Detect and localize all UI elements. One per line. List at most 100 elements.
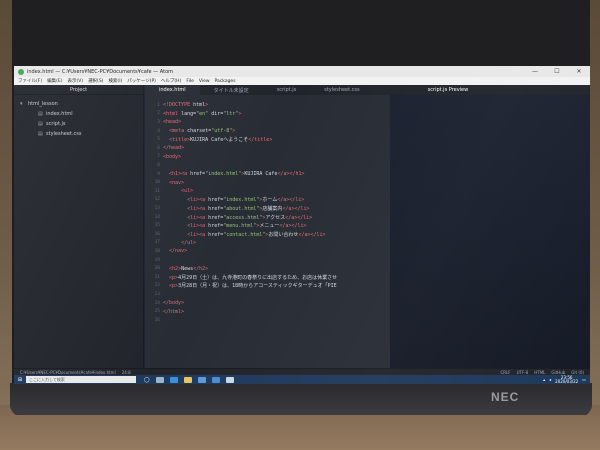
code-line[interactable]: 14 <li><a href="access.html">アクセス</a></l… [145, 213, 405, 222]
atom-taskbar-icon[interactable] [225, 376, 234, 383]
tab-script-js[interactable]: script.js [263, 85, 311, 95]
tree-file-script[interactable]: ▤ script.js [14, 119, 143, 129]
code-line[interactable]: 13 <li><a href="about.html">店舗案内</a></li… [145, 204, 405, 213]
tab-stylesheet-css[interactable]: stylesheet.css [310, 85, 373, 95]
code-line[interactable]: 21 <p>4月29日（土）は、九寺港町の春祭りに出店するため、お店は休業させ [145, 273, 405, 282]
line-number: 3 [157, 119, 160, 125]
code-line[interactable]: 19 [145, 256, 405, 265]
status-cursor-position[interactable]: 24:8 [122, 370, 131, 375]
code-line[interactable]: 25 </html> [145, 307, 405, 316]
line-number: 8 [157, 162, 160, 168]
menu-bar: ファイル(F) 編集(E) 表示(V) 選択(S) 検索(I) パッケージ(P)… [14, 77, 590, 85]
status-bar: C:¥Users¥NEC-PC¥Documents¥cafe¥index.htm… [14, 368, 590, 375]
code-line[interactable]: 10 <nav> [145, 178, 405, 187]
menu-selection[interactable]: 選択(S) [88, 78, 103, 84]
line-number: 11 [154, 188, 160, 194]
task-view-icon[interactable] [155, 376, 164, 383]
line-number: 10 [154, 180, 160, 186]
code-text: <li><a href="index.html">ホーム</a></li> [187, 197, 305, 204]
code-line[interactable]: 2 <html lang="en" dir="ltr"> [145, 110, 405, 119]
line-number: 17 [154, 240, 160, 246]
line-number: 14 [154, 214, 160, 220]
tab-index-html[interactable]: index.html [145, 85, 200, 95]
line-number: 2 [157, 111, 160, 117]
tab-script-preview[interactable]: script.js Preview [414, 85, 483, 95]
status-git[interactable]: Git (0) [571, 370, 584, 375]
code-line[interactable]: 1 <!DOCTYPE html> [145, 101, 405, 110]
menu-edit[interactable]: 編集(E) [47, 78, 62, 84]
tree-header[interactable]: Project [14, 85, 143, 95]
network-icon[interactable]: ▴ [543, 377, 545, 382]
line-number: 25 [154, 309, 160, 315]
code-line[interactable]: 8 [145, 161, 405, 170]
code-text: <html lang="en" dir="ltr"> [163, 110, 242, 117]
minimize-button[interactable]: — [524, 68, 546, 75]
tree-file-stylesheet[interactable]: ▤ stylesheet.css [14, 129, 143, 139]
code-text: <p>3月28日（月・祝）は、18時からアコースティックギターデュオ「PIE [169, 283, 337, 290]
code-text: <li><a href="about.html">店舗案内</a></li> [187, 205, 310, 212]
taskbar-search-input[interactable]: ここに入力して検索 [26, 376, 136, 383]
cortana-icon[interactable]: ◯ [144, 377, 150, 383]
code-line[interactable]: 16 <li><a href="contact.html">お問い合わせ</a>… [145, 230, 405, 239]
code-line[interactable]: 23 [145, 290, 405, 299]
tab-untitled[interactable]: タイトル未設定 [200, 85, 263, 95]
folder-label: html_lesson [28, 101, 58, 107]
status-grammar[interactable]: HTML [534, 370, 545, 375]
code-line[interactable]: 5 <title>KUJIRA Cafeへようこそ</title> [145, 135, 405, 144]
line-number: 12 [154, 197, 160, 203]
code-line[interactable]: 20 <h2>News</h2> [145, 264, 405, 273]
edge-icon[interactable] [169, 376, 178, 383]
menu-packages[interactable]: パッケージ(P) [127, 78, 156, 84]
line-number: 4 [157, 128, 160, 134]
windows-start-icon[interactable]: ⊞ [14, 375, 26, 384]
file-label: script.js [46, 121, 66, 127]
tree-file-index[interactable]: ▤ index.html [14, 109, 143, 119]
status-file-path[interactable]: C:¥Users¥NEC-PC¥Documents¥cafe¥index.htm… [20, 370, 116, 375]
tree-folder-html-lesson[interactable]: ▾ html_lesson [14, 99, 143, 109]
clock-date: 2020/03/22 [555, 378, 579, 384]
menu-help[interactable]: ヘルプ(H) [161, 78, 181, 84]
code-line[interactable]: 7 <body> [145, 153, 405, 162]
clock[interactable]: 23:56 2020/03/22 [555, 375, 579, 384]
code-line[interactable]: 12 <li><a href="index.html">ホーム</a></li> [145, 196, 405, 205]
notification-icon[interactable]: ▭ [582, 377, 586, 382]
menu-file[interactable]: ファイル(F) [18, 78, 42, 84]
file-icon: ▤ [38, 111, 43, 117]
store-icon[interactable] [197, 376, 206, 383]
line-number: 20 [154, 266, 160, 272]
code-text: <li><a href="contact.html">お問い合わせ</a></l… [187, 231, 326, 238]
code-line[interactable]: 18 </nav> [145, 247, 405, 256]
code-line[interactable]: 3 <head> [145, 118, 405, 127]
screen: index.html — C:¥Users¥NEC-PC¥Documents¥c… [14, 66, 590, 384]
code-line[interactable]: 6 </head> [145, 144, 405, 153]
menu-view[interactable]: 表示(V) [67, 78, 83, 84]
line-number: 13 [154, 205, 160, 211]
code-line[interactable]: 11 <ul> [145, 187, 405, 196]
menu-file-en[interactable]: File [186, 79, 194, 84]
menu-find[interactable]: 検索(I) [108, 78, 122, 84]
code-line[interactable]: 4 <meta charset="utf-8"> [145, 127, 405, 136]
status-encoding[interactable]: UTF-8 [517, 370, 529, 375]
code-line[interactable]: 24 </body> [145, 299, 405, 308]
code-line[interactable]: 9 <h1><a href="index.html">KUJIRA Cafe</… [145, 170, 405, 179]
atom-app-icon [18, 68, 24, 75]
code-text: </ul> [181, 239, 197, 246]
close-button[interactable]: ✕ [568, 68, 590, 75]
status-line-ending[interactable]: CRLF [500, 370, 510, 375]
code-text: <p>4月29日（土）は、九寺港町の春祭りに出店するため、お店は休業させ [169, 274, 338, 281]
mail-icon[interactable] [211, 376, 220, 383]
code-line[interactable]: 17 </ul> [145, 239, 405, 248]
code-text: <li><a href="menu.html">メニュー</a></li> [187, 223, 307, 230]
status-github[interactable]: GitHub [551, 370, 565, 375]
code-line[interactable]: 22 <p>3月28日（月・祝）は、18時からアコースティックギターデュオ「PI… [145, 282, 405, 291]
line-number: 15 [154, 223, 160, 229]
line-number: 18 [154, 248, 160, 254]
code-line[interactable]: 15 <li><a href="menu.html">メニュー</a></li> [145, 221, 405, 230]
code-line[interactable]: 26 [145, 316, 405, 325]
menu-packages-en[interactable]: Packages [215, 79, 236, 84]
explorer-icon[interactable] [183, 376, 192, 383]
menu-view-en[interactable]: View [199, 79, 210, 84]
volume-icon[interactable]: ◂ [549, 377, 551, 382]
code-editor[interactable]: 1 <!DOCTYPE html> 2 <html lang="en" dir="lt… [145, 95, 390, 368]
maximize-button[interactable]: ☐ [546, 68, 568, 75]
